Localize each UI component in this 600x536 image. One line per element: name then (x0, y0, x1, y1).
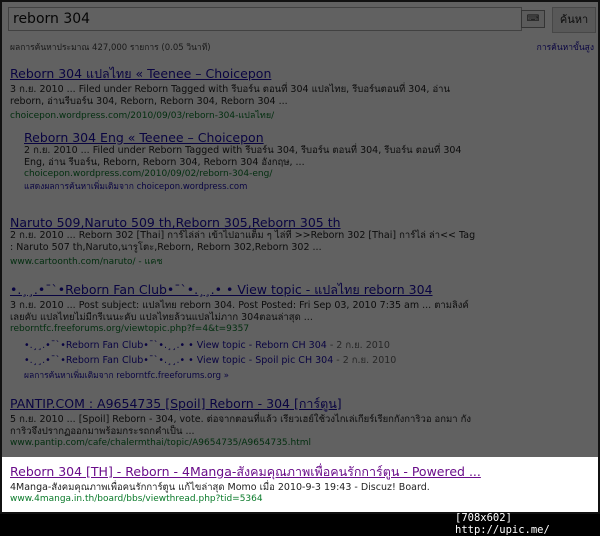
highlighted-result: Reborn 304 [TH] - Reborn - 4Manga-สังคมค… (10, 462, 590, 504)
result-title[interactable]: Reborn 304 Eng « Teenee – Choicepon (24, 130, 484, 145)
result-title[interactable]: Naruto 509,Naruto 509 th,Reborn 305,Rebo… (10, 215, 480, 230)
sub-result-link[interactable]: •.¸¸.•¯`•Reborn Fan Club•¯`•.¸¸.• • View… (24, 338, 480, 353)
result-snippet: 3 ก.ย. 2010 ... Filed under Reborn Tagge… (10, 84, 451, 107)
result-item: Naruto 509,Naruto 509 th,Reborn 305,Rebo… (10, 215, 480, 268)
result-item: Reborn 304 แปลไทย « Teenee – Choicepon 3… (10, 64, 480, 122)
result-item: PANTIP.COM : A9654735 [Spoil] Reborn - 3… (10, 394, 480, 448)
search-button[interactable]: ค้นหา (552, 7, 596, 33)
result-title[interactable]: •.¸¸.•¯`•Reborn Fan Club•¯`•.¸¸.• • View… (10, 280, 480, 300)
sub-result-link[interactable]: •.¸¸.•¯`•Reborn Fan Club•¯`•.¸¸.• • View… (24, 353, 480, 368)
result-url: www.4manga.in.th/board/bbs/viewthread.ph… (10, 494, 263, 504)
more-results-link[interactable]: แสดงผลการค้นหาเพิ่มเติมจาก choicepon.wor… (24, 179, 484, 193)
more-results-link[interactable]: ผลการค้นหาเพิ่มเติมจาก reborntfc.freefor… (24, 368, 480, 382)
keyboard-icon[interactable]: ⌨ (521, 10, 545, 28)
search-bar: reborn 304 ⌨ ค้นหา (2, 2, 598, 36)
result-item: •.¸¸.•¯`•Reborn Fan Club•¯`•.¸¸.• • View… (10, 280, 480, 382)
result-snippet: 3 ก.ย. 2010 ... Post subject: แปลไทย reb… (10, 300, 469, 323)
result-url: choicepon.wordpress.com/2010/09/03/rebor… (10, 111, 275, 121)
result-url: www.pantip.com/cafe/chalermthai/topic/A9… (10, 438, 312, 448)
advanced-search-link[interactable]: การค้นหาขั้นสูง (537, 40, 594, 54)
result-url: www.cartoonth.com/naruto/ - แคช (10, 257, 163, 267)
result-snippet: 2 ก.ย. 2010 ... Filed under Reborn Tagge… (24, 145, 462, 168)
search-input[interactable]: reborn 304 (8, 7, 522, 31)
result-title[interactable]: Reborn 304 [TH] - Reborn - 4Manga-สังคมค… (10, 462, 590, 482)
result-url: reborntfc.freeforums.org/viewtopic.php?f… (10, 324, 250, 334)
result-url: choicepon.wordpress.com/2010/09/02/rebor… (24, 169, 273, 179)
browser-frame: reborn 304 ⌨ ค้นหา ผลการค้นหาประมาณ 427,… (0, 0, 600, 514)
result-item: Reborn 304 Eng « Teenee – Choicepon 2 ก.… (24, 130, 484, 193)
result-snippet: 2 ก.ย. 2010 ... Reborn 302 [Thai] การ์ไล… (10, 230, 476, 253)
result-snippet: 5 ก.ย. 2010 ... [Spoil] Reborn - 304, vo… (10, 414, 472, 437)
result-snippet: 4Manga-สังคมคุณภาพเพื่อคนรักการ์ตูน แก้ไ… (10, 482, 430, 493)
result-title[interactable]: PANTIP.COM : A9654735 [Spoil] Reborn - 3… (10, 394, 480, 414)
watermark: [708x602] http://upic.me/ (455, 512, 550, 536)
result-stats: ผลการค้นหาประมาณ 427,000 รายการ (0.05 วิ… (10, 43, 211, 53)
result-title[interactable]: Reborn 304 แปลไทย « Teenee – Choicepon (10, 64, 480, 84)
